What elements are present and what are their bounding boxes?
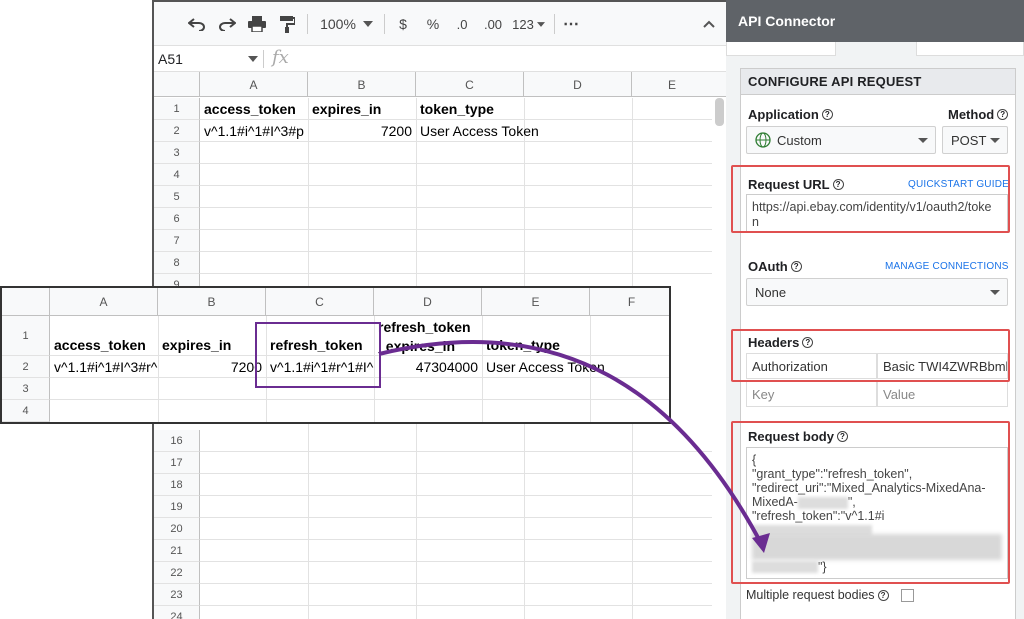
curved-arrow xyxy=(378,340,764,546)
arrowhead xyxy=(752,533,770,553)
screenshot: 100% $ % .0 .00 123 ⋯ A51 fx A B C D E 1… xyxy=(0,0,1024,619)
arrow-annotation xyxy=(378,340,770,553)
